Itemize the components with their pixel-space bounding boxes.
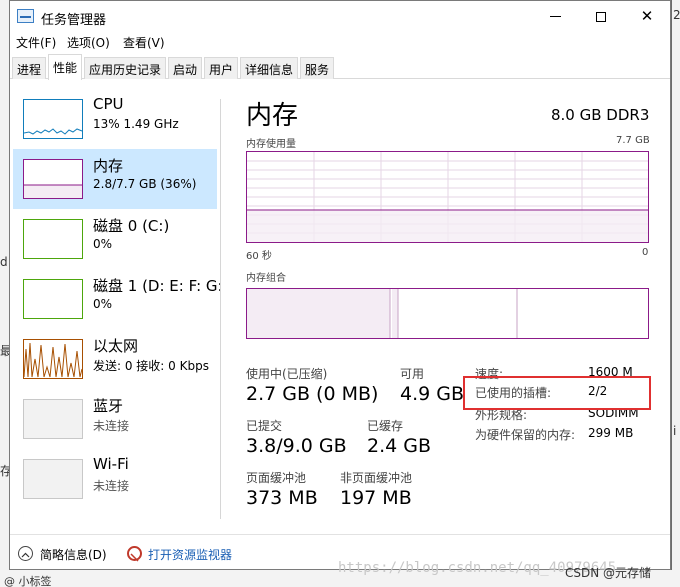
memory-thumbnail-graph: [23, 159, 83, 199]
menu-bar: 文件(F) 选项(O) 查看(V): [10, 32, 670, 53]
composition-chart-label: 内存组合: [246, 273, 286, 284]
in-use-label: 使用中(已压缩): [246, 367, 328, 381]
bluetooth-thumbnail: [23, 399, 83, 439]
performance-sidebar: CPU 13% 1.49 GHz 内存 2.8/7.7 GB (36%) 磁盘 …: [10, 89, 223, 519]
open-resource-monitor-link[interactable]: 打开资源监视器: [148, 546, 232, 563]
sidebar-item-value: 未连接: [93, 419, 130, 433]
disk-1-thumbnail: [23, 279, 83, 319]
sidebar-item-disk-0[interactable]: 磁盘 0 (C:) 0%: [13, 209, 217, 269]
disk-0-thumbnail: [23, 219, 83, 259]
minimize-icon: [549, 16, 561, 17]
tab-startup[interactable]: 启动: [168, 57, 203, 79]
sidebar-item-value: 2.8/7.7 GB (36%): [93, 177, 197, 191]
memory-usage-graph-svg: [247, 152, 648, 242]
committed-value: 3.8/9.0 GB: [246, 435, 347, 457]
sidebar-item-bluetooth[interactable]: 蓝牙 未连接: [13, 389, 217, 449]
tab-processes[interactable]: 进程: [12, 57, 47, 79]
memory-composition-bar: [246, 288, 649, 339]
close-button[interactable]: ✕: [624, 1, 670, 32]
menu-options[interactable]: 选项(O): [67, 34, 110, 51]
tab-users[interactable]: 用户: [204, 57, 239, 79]
usage-chart-label: 内存使用量: [246, 139, 296, 150]
sidebar-item-label: 磁盘 1 (D: E: F: G:: [93, 277, 223, 295]
sidebar-item-label: 内存: [93, 157, 124, 175]
sidebar-item-label: 蓝牙: [93, 397, 124, 415]
sidebar-item-cpu[interactable]: CPU 13% 1.49 GHz: [13, 89, 217, 149]
time-axis-left: 60 秒: [246, 251, 272, 262]
sidebar-item-value: 0%: [93, 297, 113, 311]
nonpaged-pool-value: 197 MB: [340, 487, 412, 509]
ethernet-thumbnail: [23, 339, 83, 379]
background-text: ⅰ: [673, 424, 677, 438]
cpu-thumbnail-graph: [23, 99, 83, 139]
tab-details[interactable]: 详细信息: [240, 57, 299, 79]
background-text: @ 小标签: [4, 575, 52, 587]
tab-bar: 进程 性能 应用历史记录 启动 用户 详细信息 服务: [10, 54, 670, 80]
tab-app-history[interactable]: 应用历史记录: [84, 57, 167, 79]
disk-1-thumbnail-graph: [23, 279, 83, 319]
csdn-watermark: CSDN @元存储: [565, 566, 652, 580]
memory-composition-svg: [247, 289, 518, 338]
cpu-thumbnail: [23, 99, 83, 139]
background-text: d: [0, 255, 8, 269]
memory-usage-graph: [246, 151, 649, 243]
nonpaged-pool-label: 非页面缓冲池: [340, 471, 413, 485]
sidebar-item-value: 0%: [93, 237, 113, 251]
committed-label: 已提交: [246, 419, 283, 433]
memory-thumbnail: [23, 159, 83, 199]
task-manager-icon: [17, 9, 34, 23]
tab-performance[interactable]: 性能: [48, 54, 83, 80]
annotation-highlight-box: [463, 376, 651, 410]
hardware-reserved-value: 299 MB: [588, 426, 634, 440]
chevron-up-icon[interactable]: [18, 546, 33, 561]
disk-0-thumbnail-graph: [23, 219, 83, 259]
sidebar-item-wifi[interactable]: Wi-Fi 未连接: [13, 449, 217, 509]
window-title: 任务管理器: [41, 13, 107, 28]
available-label: 可用: [400, 367, 425, 381]
resource-monitor-icon: [127, 546, 142, 562]
page-title: 内存: [246, 101, 299, 131]
time-axis-right: 0: [642, 247, 649, 258]
close-icon: ✕: [640, 7, 654, 25]
cached-value: 2.4 GB: [367, 435, 432, 457]
task-manager-window: 任务管理器 ✕ 文件(F) 选项(O) 查看(V) 进程 性能 应用历史记录 启…: [9, 0, 671, 570]
sidebar-item-ethernet[interactable]: 以太网 发送: 0 接收: 0 Kbps: [13, 329, 217, 389]
menu-view[interactable]: 查看(V): [123, 34, 165, 51]
maximize-button[interactable]: [578, 1, 624, 32]
sidebar-divider: [220, 99, 221, 519]
cached-label: 已缓存: [367, 419, 404, 433]
hardware-reserved-label: 为硬件保留的内存:: [475, 428, 576, 442]
ethernet-thumbnail-graph: [23, 339, 83, 379]
fewer-details-button[interactable]: 简略信息(D): [40, 546, 107, 563]
paged-pool-value: 373 MB: [246, 487, 318, 509]
in-use-value: 2.7 GB (0 MB): [246, 383, 379, 405]
sidebar-item-label: 以太网: [93, 337, 139, 355]
sidebar-item-label: Wi-Fi: [93, 455, 129, 473]
maximize-icon: [596, 11, 606, 22]
sidebar-item-value: 发送: 0 接收: 0 Kbps: [93, 359, 209, 373]
minimize-button[interactable]: [532, 1, 578, 32]
memory-spec: 8.0 GB DDR3: [551, 106, 650, 124]
sidebar-item-label: CPU: [93, 95, 124, 113]
chevron-up-glyph: [21, 552, 30, 558]
sidebar-item-value: 未连接: [93, 479, 130, 493]
footer-divider: [10, 534, 670, 535]
resource-monitor-glyph: [130, 553, 139, 562]
background-text: 2: [673, 8, 680, 22]
sidebar-item-memory[interactable]: 内存 2.8/7.7 GB (36%): [13, 149, 217, 209]
paged-pool-label: 页面缓冲池: [246, 471, 307, 485]
sidebar-item-value: 13% 1.49 GHz: [93, 117, 179, 131]
usage-chart-max: 7.7 GB: [616, 135, 650, 146]
wifi-thumbnail: [23, 459, 83, 499]
sidebar-item-disk-1[interactable]: 磁盘 1 (D: E: F: G: 0%: [13, 269, 223, 329]
available-value: 4.9 GB: [400, 383, 465, 405]
background-window-right: [672, 0, 680, 587]
title-bar[interactable]: 任务管理器 ✕: [10, 1, 670, 32]
menu-file[interactable]: 文件(F): [16, 34, 56, 51]
sidebar-item-label: 磁盘 0 (C:): [93, 217, 170, 235]
tab-services[interactable]: 服务: [300, 57, 335, 79]
